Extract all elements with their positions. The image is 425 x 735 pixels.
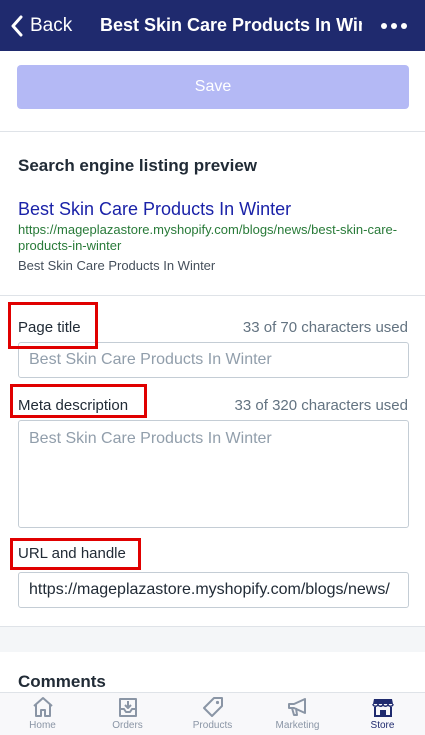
- url-handle-value: https://mageplazastore.myshopify.com/blo…: [29, 581, 390, 598]
- url-handle-label: URL and handle: [18, 545, 126, 562]
- nav-store-label: Store: [370, 720, 395, 731]
- back-button[interactable]: Back: [10, 0, 72, 51]
- preview-url: https://mageplazastore.myshopify.com/blo…: [18, 222, 398, 253]
- meta-description-placeholder: Best Skin Care Products In Winter: [29, 430, 272, 447]
- nav-store[interactable]: Store: [340, 693, 425, 735]
- page: Back Best Skin Care Products In Winter S…: [0, 0, 425, 735]
- nav-marketing[interactable]: Marketing: [255, 693, 340, 735]
- more-options-button[interactable]: [377, 0, 411, 51]
- nav-products[interactable]: Products: [170, 693, 255, 735]
- search-preview: Search engine listing preview Best Skin …: [0, 132, 425, 296]
- dot-icon: [401, 22, 407, 29]
- meta-description-count: 33 of 320 characters used: [234, 397, 408, 414]
- comments-section: Comments: [0, 652, 425, 696]
- comments-title: Comments: [18, 672, 106, 691]
- url-handle-input[interactable]: https://mageplazastore.myshopify.com/blo…: [18, 572, 409, 608]
- dot-icon: [381, 22, 387, 29]
- meta-description-label: Meta description: [18, 397, 129, 414]
- preview-heading: Search engine listing preview: [18, 156, 258, 175]
- page-title-count: 33 of 70 characters used: [242, 319, 408, 336]
- nav-marketing-label: Marketing: [275, 720, 320, 731]
- seo-card: Search engine listing preview Best Skin …: [0, 132, 425, 627]
- home-icon: [32, 697, 53, 717]
- nav-home[interactable]: Home: [0, 693, 85, 735]
- preview-title-link[interactable]: Best Skin Care Products In Winter: [18, 199, 291, 220]
- top-bar: Back Best Skin Care Products In Winter: [0, 0, 425, 51]
- nav-products-label: Products: [192, 720, 233, 731]
- bottom-nav: Home Orders Products Marketing Store: [0, 692, 425, 735]
- save-area: Save: [0, 51, 425, 132]
- tag-icon: [202, 697, 223, 717]
- nav-home-label: Home: [29, 720, 56, 731]
- megaphone-icon: [287, 698, 306, 716]
- page-title-input[interactable]: Best Skin Care Products In Winter: [18, 342, 409, 378]
- orders-icon: [118, 698, 137, 717]
- preview-description: Best Skin Care Products In Winter: [18, 258, 216, 273]
- nav-orders[interactable]: Orders: [85, 693, 170, 735]
- store-icon: [371, 699, 394, 717]
- back-label: Back: [30, 14, 73, 36]
- page-title: Best Skin Care Products In Winter: [100, 15, 362, 35]
- dot-icon: [391, 22, 397, 29]
- page-title-label: Page title: [18, 319, 81, 336]
- page-title-placeholder: Best Skin Care Products In Winter: [29, 351, 272, 368]
- meta-description-input[interactable]: Best Skin Care Products In Winter: [18, 420, 409, 528]
- save-button[interactable]: Save: [17, 65, 409, 109]
- nav-orders-label: Orders: [112, 720, 143, 731]
- chevron-left-icon: [11, 15, 23, 36]
